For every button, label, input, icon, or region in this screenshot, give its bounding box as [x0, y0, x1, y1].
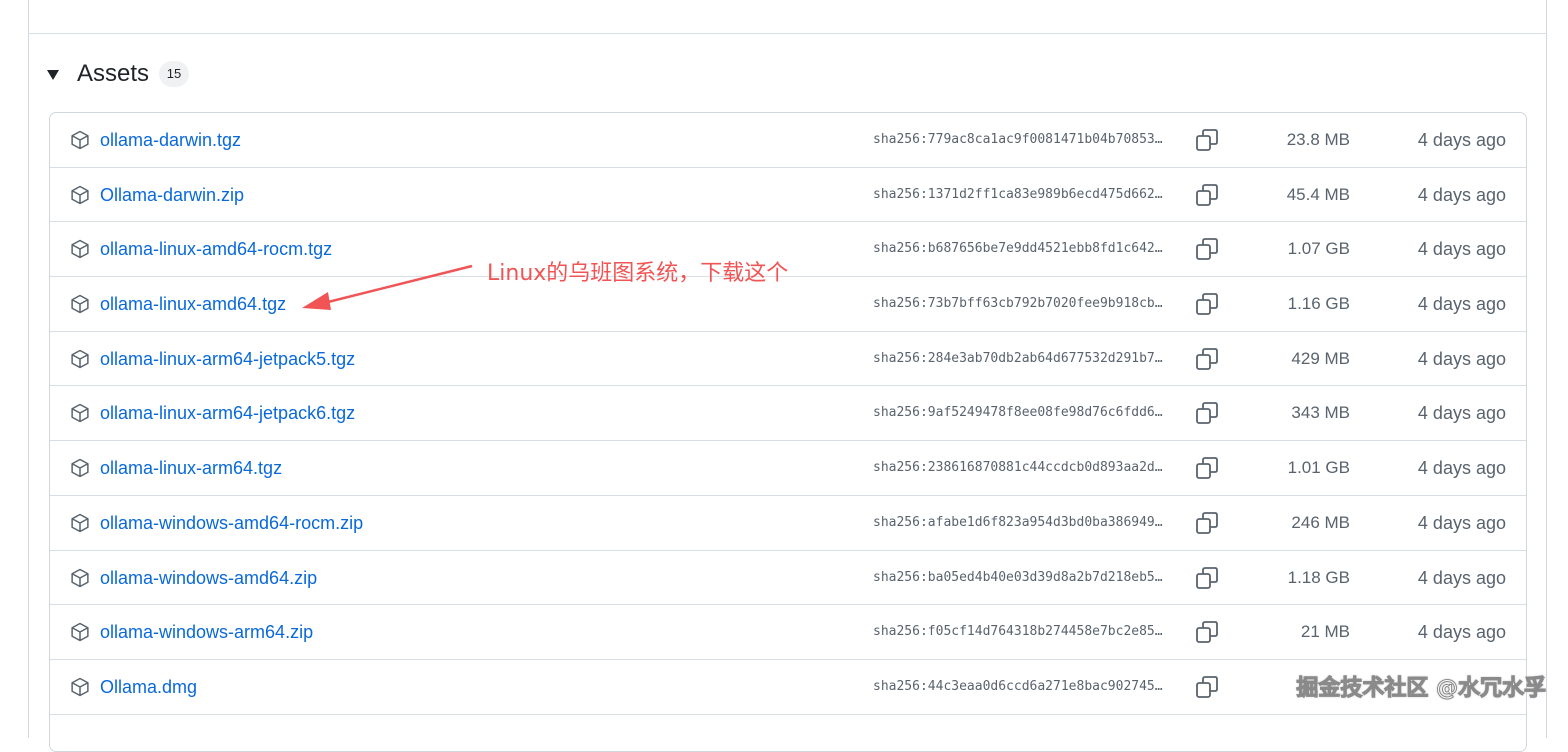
assets-list: ollama-darwin.tgz sha256:779ac8ca1ac9f008… — [49, 112, 1527, 752]
copy-icon[interactable] — [1194, 510, 1220, 536]
copy-icon[interactable] — [1194, 455, 1220, 481]
asset-sha256: sha256:238616870881c44ccdcb0d893aa2d… — [873, 460, 1163, 476]
package-icon — [70, 513, 90, 533]
package-icon — [70, 130, 90, 150]
asset-download-link[interactable]: ollama-windows-arm64.zip — [100, 605, 313, 659]
assets-header[interactable]: Assets 15 — [47, 58, 190, 90]
asset-row: ollama-linux-arm64-jetpack5.tgz sha256:28… — [50, 332, 1526, 387]
copy-icon[interactable] — [1194, 565, 1220, 591]
package-icon — [70, 349, 90, 369]
asset-download-link[interactable]: Ollama-darwin.zip — [100, 168, 244, 222]
asset-download-link[interactable]: ollama-windows-amd64.zip — [100, 551, 317, 605]
asset-row: ollama-linux-arm64.tgz sha256:23861687088… — [50, 441, 1526, 496]
package-icon — [70, 677, 90, 697]
asset-date: 4 days ago — [1417, 622, 1506, 643]
asset-download-link[interactable]: ollama-windows-amd64-rocm.zip — [100, 496, 363, 550]
asset-size: 1.07 GB — [1287, 239, 1350, 259]
asset-date: 4 days ago — [1417, 458, 1506, 479]
asset-date: 4 days ago — [1417, 239, 1506, 260]
asset-date: 4 days ago — [1417, 348, 1506, 369]
asset-date: 4 days ago — [1417, 184, 1506, 205]
asset-row: Ollama-darwin.zip sha256:1371d2ff1ca83e98… — [50, 168, 1526, 223]
triangle-down-icon[interactable] — [47, 70, 59, 80]
asset-date: 4 days ago — [1417, 294, 1506, 315]
asset-size: 343 MB — [1291, 403, 1350, 423]
asset-sha256: sha256:ba05ed4b40e03d39d8a2b7d218eb5… — [873, 569, 1163, 585]
asset-row: ollama-windows-amd64-rocm.zip sha256:afab… — [50, 496, 1526, 551]
asset-download-link[interactable]: ollama-linux-arm64.tgz — [100, 441, 282, 495]
asset-sha256: sha256:73b7bff63cb792b7020fee9b918cb… — [873, 296, 1163, 312]
copy-icon[interactable] — [1194, 291, 1220, 317]
asset-download-link[interactable]: ollama-linux-arm64-jetpack6.tgz — [100, 386, 355, 440]
package-icon — [70, 403, 90, 423]
asset-sha256: sha256:284e3ab70db2ab64d677532d291b7… — [873, 350, 1163, 366]
asset-sha256: sha256:9af5249478f8ee08fe98d76c6fdd6… — [873, 405, 1163, 421]
package-icon — [70, 239, 90, 259]
asset-size: 21 MB — [1300, 622, 1350, 642]
copy-icon[interactable] — [1194, 674, 1220, 700]
asset-sha256: sha256:779ac8ca1ac9f0081471b04b70853… — [873, 132, 1163, 147]
asset-sha256: sha256:1371d2ff1ca83e989b6ecd475d662… — [873, 186, 1163, 202]
watermark: 掘金技术社区 @水冗水孚 — [1296, 676, 1547, 702]
package-icon — [70, 458, 90, 478]
asset-sha256: sha256:b687656be7e9dd4521ebb8fd1c642… — [873, 241, 1163, 257]
asset-row: ollama-darwin.tgz sha256:779ac8ca1ac9f008… — [50, 113, 1526, 168]
asset-sha256: sha256:f05cf14d764318b274458e7bc2e85… — [873, 624, 1163, 640]
copy-icon[interactable] — [1194, 619, 1220, 645]
copy-icon[interactable] — [1194, 182, 1220, 208]
asset-date: 4 days ago — [1417, 567, 1506, 588]
package-icon — [70, 185, 90, 205]
package-icon — [70, 622, 90, 642]
asset-date: 4 days ago — [1417, 512, 1506, 533]
asset-download-link[interactable]: Ollama.dmg — [100, 660, 197, 714]
copy-icon[interactable] — [1194, 400, 1220, 426]
assets-count-badge: 15 — [159, 61, 190, 87]
asset-size: 23.8 MB — [1286, 130, 1350, 149]
asset-size: 1.01 GB — [1287, 458, 1350, 478]
asset-size: 45.4 MB — [1286, 184, 1350, 204]
asset-download-link[interactable]: ollama-linux-arm64-jetpack5.tgz — [100, 332, 355, 386]
annotation-arrow — [302, 264, 473, 310]
asset-sha256: sha256:44c3eaa0d6ccd6a271e8bac902745… — [873, 678, 1163, 694]
copy-icon[interactable] — [1194, 236, 1220, 262]
assets-title[interactable]: Assets — [77, 60, 149, 88]
asset-sha256: sha256:afabe1d6f823a954d3bd0ba386949… — [873, 514, 1163, 530]
asset-size: 1.18 GB — [1287, 567, 1350, 587]
package-icon — [70, 568, 90, 588]
annotation-text: Linux的乌班图系统，下载这个 — [487, 261, 789, 286]
copy-icon[interactable] — [1194, 346, 1220, 372]
asset-download-link[interactable]: ollama-darwin.tgz — [100, 113, 241, 167]
asset-row: ollama-windows-amd64.zip sha256:ba05ed4b4… — [50, 551, 1526, 606]
asset-size: 429 MB — [1291, 348, 1350, 368]
asset-date: 4 days ago — [1417, 403, 1506, 424]
asset-row: ollama-linux-arm64-jetpack6.tgz sha256:9a… — [50, 386, 1526, 442]
asset-date: 4 days ago — [1417, 130, 1506, 150]
copy-icon[interactable] — [1194, 127, 1220, 153]
asset-size: 246 MB — [1291, 512, 1350, 532]
package-icon — [70, 294, 90, 314]
asset-download-link[interactable]: ollama-linux-amd64-rocm.tgz — [100, 222, 332, 276]
asset-download-link[interactable]: ollama-linux-amd64.tgz — [100, 277, 286, 331]
asset-row: ollama-windows-arm64.zip sha256:f05cf14d7… — [50, 605, 1526, 660]
section-divider — [28, 33, 1547, 34]
asset-size: 1.16 GB — [1287, 294, 1350, 314]
